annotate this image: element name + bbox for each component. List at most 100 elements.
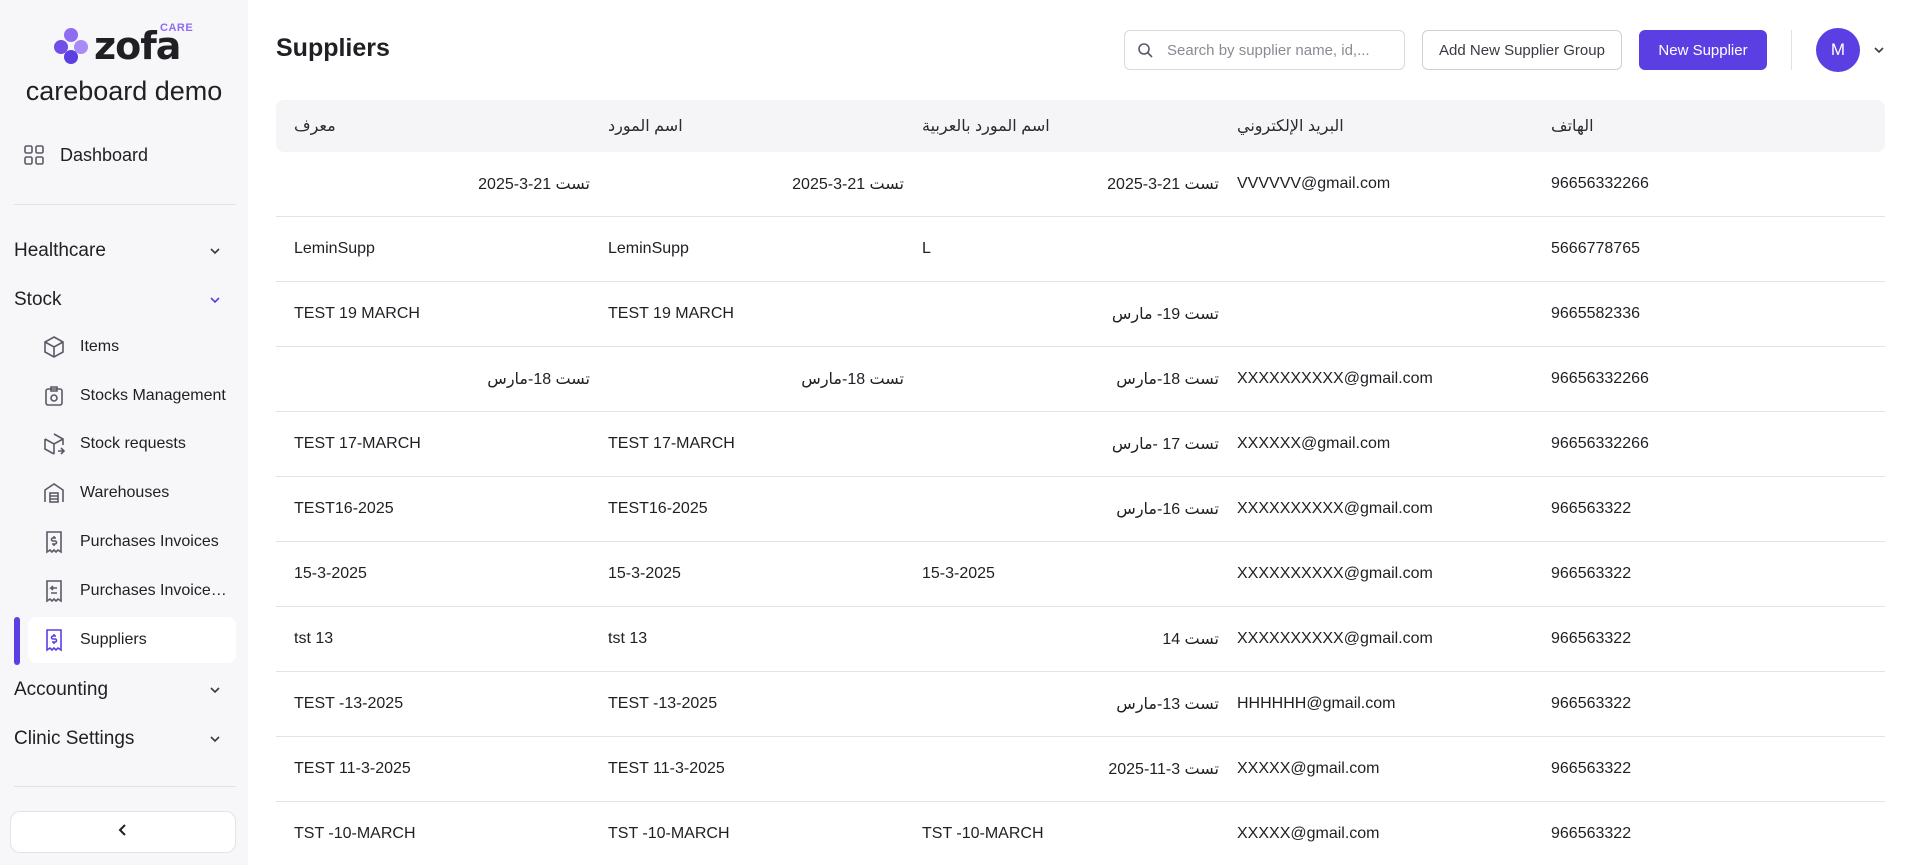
sidebar-item-label: Purchases Invoices xyxy=(80,533,219,550)
logo: zofa CARE xyxy=(52,22,193,68)
table-row[interactable]: TST -10-MARCH TST -10-MARCH TST -10-MARCH X… xyxy=(276,802,1885,865)
cell-id: LeminSupp xyxy=(294,240,375,257)
cell-supplier-name: TEST 11-3-2025 xyxy=(608,760,725,777)
add-supplier-group-button[interactable]: Add New Supplier Group xyxy=(1422,30,1622,70)
cell-id: TEST -13-2025 xyxy=(294,695,404,712)
table-body: تست 21-3-2025 تست 21-3-2025 تست 21-3-2025 V… xyxy=(276,152,1885,865)
cell-id: tst 13 xyxy=(294,630,334,647)
sidebar-divider xyxy=(14,786,236,787)
sidebar-item-purchases-invoices-returns[interactable]: Purchases Invoices Returns xyxy=(28,568,236,614)
cell-phone: 96656332266 xyxy=(1551,435,1649,452)
collapse-sidebar-button[interactable] xyxy=(10,811,236,853)
new-supplier-button[interactable]: New Supplier xyxy=(1639,30,1767,70)
cell-supplier-name-arabic: 15-3-2025 xyxy=(922,565,995,582)
warehouse-icon xyxy=(42,481,66,505)
cell-id: TST -10-MARCH xyxy=(294,825,416,842)
cell-email: XXXXXX@gmail.com xyxy=(1237,435,1391,452)
cell-phone: 5666778765 xyxy=(1551,240,1640,257)
chevron-down-icon xyxy=(208,732,222,746)
cell-supplier-name-arabic: تست 17 -مارس xyxy=(1111,436,1219,453)
sidebar-item-label: Stocks Management xyxy=(80,387,226,404)
column-header-id[interactable]: معرف xyxy=(276,116,590,136)
cell-phone: 966563322 xyxy=(1551,630,1632,647)
suppliers-table: معرف اسم المورد اسم المورد بالعربية البر… xyxy=(276,100,1885,865)
sidebar-section-stock[interactable]: Stock xyxy=(0,282,236,318)
organization-name: careboard demo xyxy=(25,76,223,106)
sidebar-section-clinic-settings[interactable]: Clinic Settings xyxy=(0,721,236,757)
cell-id: TEST 17-MARCH xyxy=(294,435,421,452)
header-divider xyxy=(1791,30,1792,70)
sidebar-item-stock-requests[interactable]: Stock requests xyxy=(28,421,236,467)
chevron-left-icon xyxy=(115,822,131,843)
table-row[interactable]: tst 13 tst 13 تست 14 XXXXXXXXXX@gmail.com 96… xyxy=(276,607,1885,672)
cell-phone: 966563322 xyxy=(1551,500,1632,517)
table-row[interactable]: تست 18-مارس تست 18-مارس تست 18-مارس XXXXXXX… xyxy=(276,347,1885,412)
table-row[interactable]: TEST 19 MARCH TEST 19 MARCH تست 19- مارس 96… xyxy=(276,282,1885,347)
cell-email: XXXXXXXXXX@gmail.com xyxy=(1237,370,1433,387)
cell-supplier-name: تست 18-مارس xyxy=(801,371,904,388)
cell-phone: 966563322 xyxy=(1551,825,1632,842)
sidebar-item-stocks-management[interactable]: Stocks Management xyxy=(28,373,236,419)
cell-phone: 966563322 xyxy=(1551,565,1632,582)
table-header: معرف اسم المورد اسم المورد بالعربية البر… xyxy=(276,100,1885,152)
cell-supplier-name: tst 13 xyxy=(608,630,648,647)
search-input[interactable] xyxy=(1167,41,1387,59)
cell-supplier-name-arabic: TST -10-MARCH xyxy=(922,825,1044,842)
sidebar-item-label: Purchases Invoices Returns xyxy=(80,582,230,599)
cell-supplier-name-arabic: تست 3-11-2025 xyxy=(1108,761,1219,778)
logo-badge: CARE xyxy=(160,22,194,34)
sidebar-item-label: Stock requests xyxy=(80,435,186,452)
cell-email: XXXXX@gmail.com xyxy=(1237,760,1380,777)
cell-phone: 966563322 xyxy=(1551,760,1632,777)
chevron-down-icon xyxy=(208,244,222,258)
chevron-down-icon xyxy=(208,293,222,307)
main-content: Suppliers Add New Supplier Group New Sup… xyxy=(248,0,1913,865)
table-row[interactable]: تست 21-3-2025 تست 21-3-2025 تست 21-3-2025 V… xyxy=(276,152,1885,217)
cell-phone: 9665582336 xyxy=(1551,305,1640,322)
table-row[interactable]: 15-3-2025 15-3-2025 15-3-2025 XXXXXXXXXX@gm… xyxy=(276,542,1885,607)
sidebar-item-items[interactable]: Items xyxy=(28,324,236,370)
column-header-phone[interactable]: الهاتف xyxy=(1533,116,1885,136)
sidebar-section-label: Healthcare xyxy=(14,240,106,261)
cell-supplier-name: TST -10-MARCH xyxy=(608,825,730,842)
zofa-logo-icon xyxy=(52,26,90,66)
table-row[interactable]: LeminSupp LeminSupp L 5666778765 xyxy=(276,217,1885,282)
sidebar-item-purchases-invoices[interactable]: Purchases Invoices xyxy=(28,519,236,565)
invoice-icon xyxy=(42,530,66,554)
sidebar-section-label: Clinic Settings xyxy=(14,728,135,749)
cell-supplier-name: 15-3-2025 xyxy=(608,565,681,582)
chevron-down-icon xyxy=(208,683,222,697)
cell-supplier-name-arabic: تست 21-3-2025 xyxy=(1107,176,1219,193)
cell-supplier-name-arabic: تست 16-مارس xyxy=(1116,501,1219,518)
sidebar-section-label: Stock xyxy=(14,289,62,310)
search-box[interactable] xyxy=(1124,30,1405,70)
table-row[interactable]: TEST16-2025 TEST16-2025 تست 16-مارس XXXXXXX… xyxy=(276,477,1885,542)
table-row[interactable]: TEST 17-MARCH TEST 17-MARCH تست 17 -مارس XX… xyxy=(276,412,1885,477)
cell-email: HHHHHH@gmail.com xyxy=(1237,695,1396,712)
sidebar-item-suppliers[interactable]: Suppliers xyxy=(28,617,236,663)
avatar[interactable]: M xyxy=(1816,28,1860,72)
cell-supplier-name-arabic: تست 14 xyxy=(1162,631,1219,648)
active-indicator xyxy=(14,617,20,665)
cube-icon xyxy=(42,335,66,359)
cell-id: TEST 19 MARCH xyxy=(294,305,420,322)
sidebar: zofa CARE careboard demo Dashboard Healt… xyxy=(0,0,248,865)
column-header-email[interactable]: البريد الإلكتروني xyxy=(1219,116,1533,136)
column-header-supplier-name[interactable]: اسم المورد xyxy=(590,116,904,136)
sidebar-item-dashboard[interactable]: Dashboard xyxy=(12,136,236,174)
column-header-supplier-name-arabic[interactable]: اسم المورد بالعربية xyxy=(904,116,1219,136)
cell-supplier-name: LeminSupp xyxy=(608,240,689,257)
cell-id: 15-3-2025 xyxy=(294,565,367,582)
grid-icon xyxy=(22,143,46,167)
table-row[interactable]: TEST 11-3-2025 TEST 11-3-2025 تست 3-11-202… xyxy=(276,737,1885,802)
cell-id: TEST16-2025 xyxy=(294,500,394,517)
sidebar-section-accounting[interactable]: Accounting xyxy=(0,672,236,708)
chevron-down-icon[interactable] xyxy=(1872,43,1886,57)
cell-id: تست 21-3-2025 xyxy=(478,176,590,193)
sidebar-section-healthcare[interactable]: Healthcare xyxy=(0,233,236,269)
sidebar-item-warehouses[interactable]: Warehouses xyxy=(28,470,236,516)
table-row[interactable]: TEST -13-2025 TEST -13-2025 تست 13-مارس HHH… xyxy=(276,672,1885,737)
page-title: Suppliers xyxy=(276,34,390,62)
cell-supplier-name: TEST16-2025 xyxy=(608,500,708,517)
sidebar-item-label: Items xyxy=(80,338,120,355)
